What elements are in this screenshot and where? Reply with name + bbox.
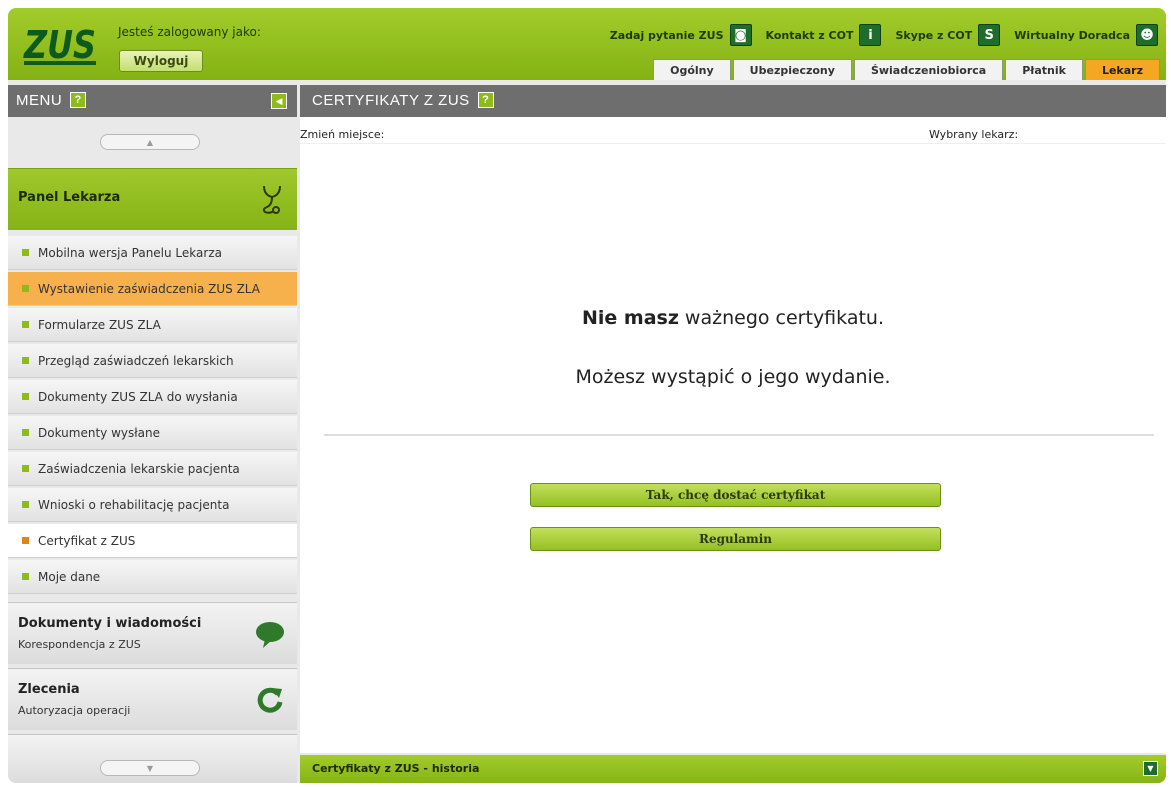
sidebar-item-zla-forms[interactable]: Formularze ZUS ZLA [8,308,297,342]
tab-ubezpieczony[interactable]: Ubezpieczony [732,59,852,80]
main-help-icon[interactable]: ? [477,92,494,108]
bullet-icon [22,357,29,364]
history-title: Certyfikaty z ZUS - historia [312,762,480,775]
skype-cot-link[interactable]: Skype z COT S [895,24,1001,46]
sidebar-item-issue-zla[interactable]: Wystawienie zaświadczenia ZUS ZLA [8,272,297,306]
page-title: CERTYFIKATY Z ZUS? [312,92,494,109]
tab-platnik[interactable]: Płatnik [1005,59,1083,80]
sidebar-section-orders[interactable]: Zlecenia Autoryzacja operacji [8,668,297,730]
menu-scroll-up-button[interactable]: ▲ [100,134,200,150]
apply-message: Możesz wystąpić o jego wydanie. [575,366,891,388]
panel-lekarza-header[interactable]: Panel Lekarza [8,168,297,230]
main-header: CERTYFIKATY Z ZUS? [300,85,1166,117]
zus-logo[interactable]: ZUS [22,20,100,67]
change-place-link[interactable]: Zmień miejsce: [300,128,384,141]
bullet-icon [22,249,29,256]
sidebar-item-sent-documents[interactable]: Dokumenty wysłane [8,416,297,450]
virtual-advisor-link[interactable]: Wirtualny Doradca ☻ [1014,24,1158,46]
bullet-icon [22,501,29,508]
no-certificate-message: Nie masz ważnego certyfikatu. [581,307,884,329]
app-window: ZUS Jesteś zalogowany jako: Wyloguj Zada… [8,8,1166,783]
refresh-icon [257,687,283,713]
top-links: Zadaj pytanie ZUS ◙ Kontakt z COT i Skyp… [610,24,1158,46]
bullet-icon [22,321,29,328]
sidebar-item-rehab-requests[interactable]: Wnioski o rehabilitację pacjenta [8,488,297,522]
advisor-icon[interactable]: ☻ [1136,24,1158,46]
logout-button[interactable]: Wyloguj [119,50,203,72]
tab-lekarz[interactable]: Lekarz [1084,59,1160,80]
sidebar-item-review-certificates[interactable]: Przegląd zaświadczeń lekarskich [8,344,297,378]
menu-title: MENU? [16,92,87,109]
menu-collapse-icon[interactable]: ◀ [271,93,287,109]
bullet-icon [22,573,29,580]
bullet-icon [22,465,29,472]
panel-lekarza-menu: Mobilna wersja Panelu Lekarza Wystawieni… [8,236,297,596]
zus-logo-icon: ZUS [23,23,96,67]
speech-bubble-icon [256,622,284,648]
menu-header: MENU? ◀ [8,85,297,117]
sidebar-item-zla-to-send[interactable]: Dokumenty ZUS ZLA do wysłania [8,380,297,414]
contact-cot-link[interactable]: Kontakt z COT i [766,24,882,46]
divider [324,434,1154,436]
sidebar-item-patient-certificates[interactable]: Zaświadczenia lekarskie pacjenta [8,452,297,486]
expand-icon[interactable]: ▼ [1143,761,1158,776]
bullet-icon [22,393,29,400]
role-tabs: Ogólny Ubezpieczony Świadczeniobiorca Pł… [653,59,1160,80]
bullet-icon [22,429,29,436]
svg-text:ZUS: ZUS [23,23,96,66]
sidebar-item-mobile-version[interactable]: Mobilna wersja Panelu Lekarza [8,236,297,270]
certificate-history-bar[interactable]: Certyfikaty z ZUS - historia ▼ [300,755,1166,783]
logged-as-label: Jesteś zalogowany jako: [118,25,261,39]
info-icon[interactable]: i [859,24,882,46]
stethoscope-icon [262,185,281,214]
panel-title: Panel Lekarza [18,190,121,205]
question-bubble-icon[interactable]: ◙ [729,24,752,46]
header: ZUS Jesteś zalogowany jako: Wyloguj Zada… [8,8,1166,80]
bullet-icon [22,537,29,544]
selected-doctor-label: Wybrany lekarz: [929,128,1019,141]
ask-zus-link[interactable]: Zadaj pytanie ZUS ◙ [610,24,752,46]
skype-icon[interactable]: S [978,24,1001,46]
divider [300,143,1166,144]
tab-ogolny[interactable]: Ogólny [653,59,731,80]
menu-help-icon[interactable]: ? [70,92,87,108]
main-content: Zmień miejsce: Wybrany lekarz: Nie masz … [300,117,1166,753]
menu-scroll-down-button[interactable]: ▼ [100,760,200,776]
sidebar-section-documents[interactable]: Dokumenty i wiadomości Korespondencja z … [8,602,297,664]
regulations-button[interactable]: Regulamin [530,527,941,551]
sidebar-item-my-data[interactable]: Moje dane [8,560,297,594]
tab-swiadczeniobiorca[interactable]: Świadczeniobiorca [853,59,1004,80]
get-certificate-button[interactable]: Tak, chcę dostać certyfikat [530,483,941,507]
sidebar-item-zus-certificate[interactable]: Certyfikat z ZUS [8,524,297,558]
bullet-icon [22,285,29,292]
